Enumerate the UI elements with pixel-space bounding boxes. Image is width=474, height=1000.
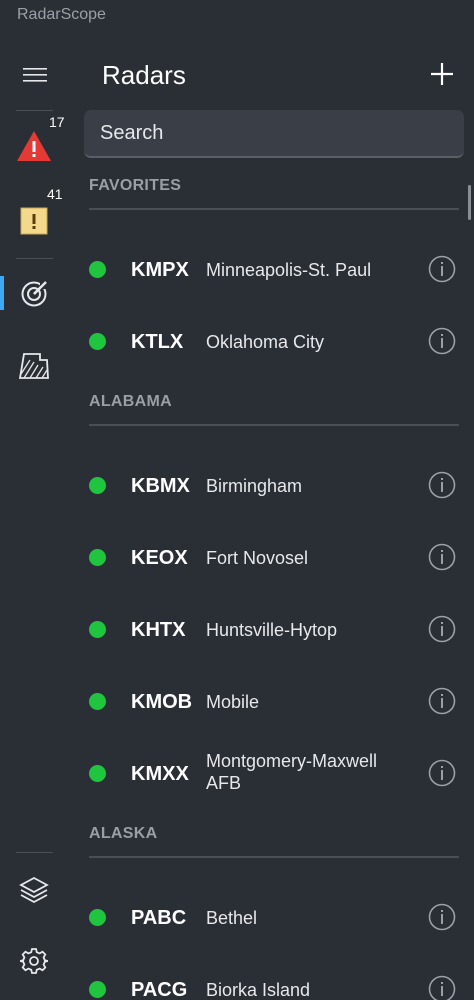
list-item[interactable]: KHTX Huntsville-Hytop: [66, 600, 474, 660]
status-online-indicator: [89, 477, 106, 494]
radar-name: Oklahoma City: [206, 332, 325, 352]
watch-square-icon[interactable]: [20, 207, 48, 235]
radar-name: Biorka Island: [206, 980, 311, 1000]
list-item[interactable]: KTLX Oklahoma City: [66, 312, 474, 372]
radar-name: Birmingham: [206, 476, 303, 496]
list-item[interactable]: PACG Biorka Island: [66, 960, 474, 1000]
radar-name: Bethel: [206, 908, 258, 928]
radar-icon[interactable]: [20, 280, 48, 308]
page-title: Radars: [102, 60, 186, 90]
search-box[interactable]: [84, 110, 464, 158]
app-title: RadarScope: [17, 6, 106, 23]
radar-code: KTLX: [131, 331, 184, 353]
status-online-indicator: [89, 549, 106, 566]
section-divider: [89, 208, 459, 210]
plus-icon[interactable]: [428, 60, 456, 88]
layers-icon[interactable]: [19, 876, 49, 904]
warning-triangle-icon[interactable]: [16, 130, 52, 162]
section-header-favorites: FAVORITES: [89, 177, 182, 194]
watches-count: 41: [47, 186, 63, 202]
list-item[interactable]: KMXX Montgomery-Maxwell AFB: [66, 744, 474, 804]
status-online-indicator: [89, 909, 106, 926]
info-icon[interactable]: [428, 975, 456, 1000]
info-icon[interactable]: [428, 687, 456, 715]
list-item[interactable]: PABC Bethel: [66, 888, 474, 948]
radar-name: Minneapolis-St. Paul: [206, 260, 372, 280]
radar-code: KMXX: [131, 763, 189, 785]
rail-divider: [16, 258, 53, 259]
info-icon[interactable]: [428, 255, 456, 283]
section-header-alabama: ALABAMA: [89, 393, 172, 410]
info-icon[interactable]: [428, 615, 456, 643]
status-online-indicator: [89, 261, 106, 278]
status-online-indicator: [89, 693, 106, 710]
hamburger-icon[interactable]: [23, 68, 47, 82]
radar-name: Fort Novosel: [206, 548, 309, 568]
gear-icon[interactable]: [20, 947, 48, 975]
list-item[interactable]: KBMX Birmingham: [66, 456, 474, 516]
status-online-indicator: [89, 621, 106, 638]
title-bar: RadarScope: [0, 0, 474, 30]
active-indicator: [0, 276, 4, 310]
info-icon[interactable]: [428, 327, 456, 355]
section-divider: [89, 424, 459, 426]
info-icon[interactable]: [428, 471, 456, 499]
radar-code: KMOB: [131, 691, 193, 713]
info-icon[interactable]: [428, 759, 456, 787]
rail-divider: [16, 110, 53, 111]
radar-code: KMPX: [131, 259, 189, 281]
list-item[interactable]: KEOX Fort Novosel: [66, 528, 474, 588]
list-item[interactable]: KMPX Minneapolis-St. Paul: [66, 240, 474, 300]
section-divider: [89, 856, 459, 858]
side-rail: 17 41: [0, 30, 66, 1000]
section-header-alaska: ALASKA: [89, 825, 158, 842]
radar-name: Mobile: [206, 692, 260, 712]
map-region-icon[interactable]: [18, 352, 50, 380]
info-icon[interactable]: [428, 903, 456, 931]
search-input[interactable]: [84, 110, 464, 156]
status-online-indicator: [89, 981, 106, 998]
radar-code: PACG: [131, 979, 188, 1000]
scrollbar-thumb[interactable]: [468, 185, 471, 220]
warnings-count: 17: [49, 114, 65, 130]
radar-code: KHTX: [131, 619, 186, 641]
radars-panel: Radars FAVORITES KMPX Minneapolis-St. Pa…: [66, 30, 474, 1000]
radar-code: KEOX: [131, 547, 188, 569]
radar-code: KBMX: [131, 475, 190, 497]
radar-code: PABC: [131, 907, 187, 929]
status-online-indicator: [89, 765, 106, 782]
list-item[interactable]: KMOB Mobile: [66, 672, 474, 732]
radar-name: Huntsville-Hytop: [206, 620, 338, 640]
status-online-indicator: [89, 333, 106, 350]
rail-divider: [16, 852, 53, 853]
radar-name: Montgomery-Maxwell AFB: [206, 751, 378, 793]
info-icon[interactable]: [428, 543, 456, 571]
